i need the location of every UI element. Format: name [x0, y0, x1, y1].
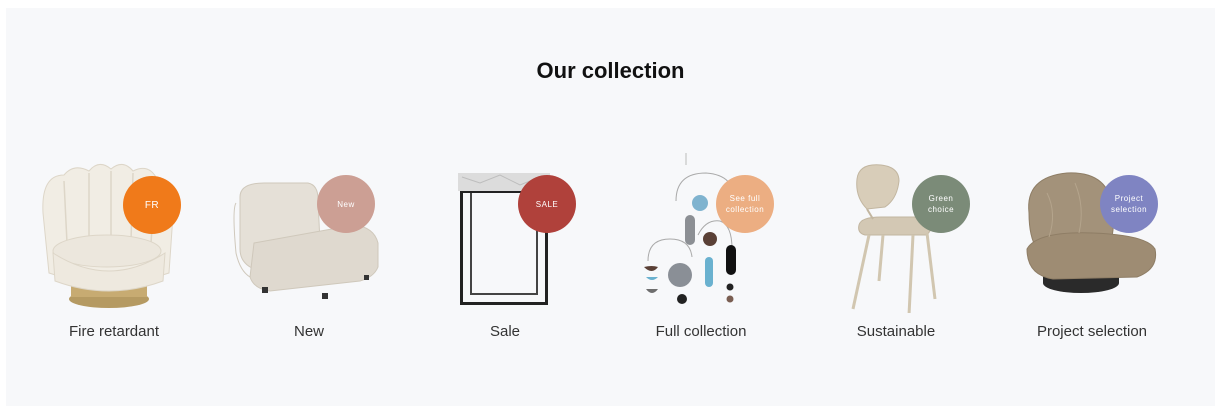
side-table-image	[410, 153, 600, 313]
lounge-chair-image	[214, 153, 404, 313]
dining-chair-image	[801, 153, 991, 313]
category-sustainable[interactable]: Green choice Sustainable	[801, 153, 991, 353]
armchair-image	[19, 153, 209, 313]
category-fire-retardant[interactable]: FR Fire retardant	[19, 153, 209, 353]
badge-text: Project selection	[1110, 194, 1148, 214]
section-title: Our collection	[536, 58, 685, 83]
category-label: Fire retardant	[68, 323, 160, 340]
badge-text: FR	[144, 199, 160, 211]
badge-text: New	[337, 199, 355, 209]
category-label: Project selection	[1036, 323, 1148, 340]
mobile-decoration-image	[606, 153, 796, 313]
category-project-selection[interactable]: Project selection Project selection	[997, 153, 1187, 353]
category-label: New	[293, 323, 324, 340]
badge-text: Green choice	[927, 194, 955, 214]
badge-text: See full collection	[725, 194, 765, 214]
badge-sale: SALE	[518, 175, 576, 233]
category-sale[interactable]: SALE Sale	[410, 153, 600, 353]
category-new[interactable]: New New	[214, 153, 404, 353]
category-label: Sale	[489, 323, 521, 340]
badge-fr: FR	[123, 176, 181, 234]
badge-see-full-collection: See full collection	[716, 175, 774, 233]
badge-project-selection: Project selection	[1100, 175, 1158, 233]
badge-green-choice: Green choice	[912, 175, 970, 233]
category-full-collection[interactable]: See full collection Full collection	[606, 153, 796, 353]
badge-new: New	[317, 175, 375, 233]
velvet-chair-image	[997, 153, 1187, 313]
collection-section: Our collection FR Fire retardant New New…	[6, 8, 1215, 406]
badge-text: SALE	[535, 199, 559, 209]
category-label: Sustainable	[856, 323, 936, 340]
category-label: Full collection	[655, 323, 747, 340]
